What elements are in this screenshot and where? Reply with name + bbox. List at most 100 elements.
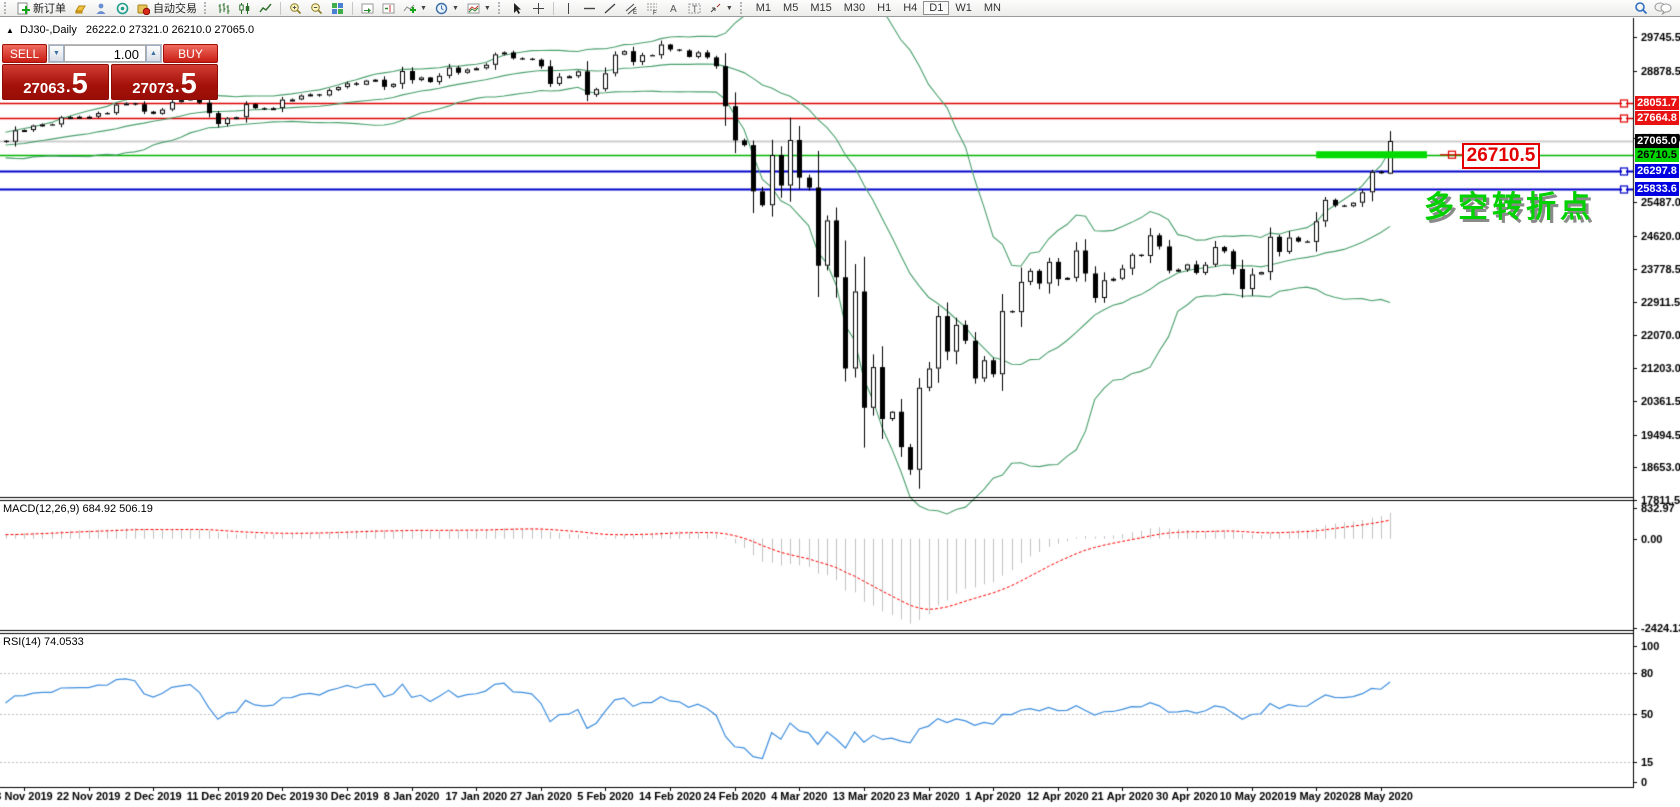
chart-canvas[interactable] — [0, 0, 1680, 807]
vline-tool-button[interactable] — [559, 1, 578, 16]
axis-price-label: 26297.8 — [1635, 164, 1679, 178]
arrows-icon — [710, 3, 721, 12]
toolbar-grip — [739, 2, 746, 14]
trendline-tool-button[interactable] — [601, 1, 620, 16]
broadcast-button[interactable] — [113, 1, 132, 16]
volume-input[interactable]: 1.00 — [64, 45, 146, 62]
dropdown-arrow-icon: ▼ — [725, 4, 733, 12]
macd-label: MACD(12,26,9) 684.92 506.19 — [3, 503, 153, 515]
templates-button[interactable]: ▼ — [464, 1, 494, 16]
axis-price-label: 27664.8 — [1635, 111, 1679, 125]
toolbar-grip — [204, 2, 210, 14]
clock-icon — [435, 2, 448, 14]
text-icon: A — [670, 4, 677, 15]
axis-price-label: 27065.0 — [1635, 134, 1679, 148]
tile-windows-button[interactable] — [328, 1, 347, 16]
main-toolbar: 新订单 自动交易 ▼ ▼ ▼ E F A T ▼ M1 M5 M15 M30 H… — [0, 0, 1680, 17]
rsi-label: RSI(14) 74.0533 — [3, 636, 84, 648]
price-tag-box: 26710.5 — [1462, 143, 1540, 169]
zoom-in-icon — [290, 2, 302, 14]
trendline-icon — [604, 2, 616, 14]
line-chart-mode-button[interactable] — [256, 1, 275, 16]
toolbar-separator — [552, 1, 554, 15]
template-icon — [467, 3, 480, 13]
zoom-out-icon — [311, 2, 323, 14]
volume-spinner: ▼ 1.00 ▲ — [48, 44, 162, 63]
collapse-triangle-icon: ▲ — [6, 26, 14, 35]
horizontal-line-icon — [583, 7, 595, 9]
mt4-window: 新订单 自动交易 ▼ ▼ ▼ E F A T ▼ M1 M5 M15 M30 H… — [0, 0, 1680, 807]
gold-button[interactable] — [71, 1, 90, 16]
new-order-icon — [17, 2, 30, 14]
timeframe-button-M5[interactable]: M5 — [777, 1, 804, 15]
cursor-icon — [513, 2, 521, 14]
chat-icon[interactable] — [1654, 1, 1672, 15]
text-label-icon: T — [688, 3, 701, 14]
line-chart-icon — [259, 3, 272, 12]
search-icon[interactable] — [1634, 1, 1648, 15]
periods-button[interactable]: ▼ — [432, 1, 462, 16]
chart-title: ▲ DJ30-,Daily 26222.0 27321.0 26210.0 27… — [6, 24, 254, 36]
text-tool-button[interactable]: A — [664, 1, 683, 16]
timeframe-button-W1[interactable]: W1 — [949, 1, 978, 15]
ohlc-bars-icon — [218, 2, 230, 14]
autoscroll-button[interactable] — [358, 1, 377, 16]
timeframe-button-D1[interactable]: D1 — [923, 1, 950, 15]
candlestick-icon — [239, 2, 250, 14]
volume-increase-button[interactable]: ▲ — [146, 45, 161, 62]
timeframe-button-M1[interactable]: M1 — [750, 1, 777, 15]
vertical-line-icon — [567, 2, 569, 14]
sell-price-button[interactable]: 27063. 5 — [2, 64, 109, 100]
autoscroll-icon — [361, 3, 374, 13]
label-tool-button[interactable]: T — [685, 1, 704, 16]
add-indicator-button[interactable]: ▼ — [400, 1, 430, 16]
svg-text:T: T — [692, 4, 698, 14]
one-click-trading-panel: SELL ▼ 1.00 ▲ BUY 27063. 5 27073. 5 — [2, 44, 218, 100]
candle-chart-mode-button[interactable] — [235, 1, 254, 16]
channel-tool-button[interactable]: E — [622, 1, 641, 16]
crosshair-tool-button[interactable] — [529, 1, 548, 16]
autotrade-button[interactable]: 自动交易 — [134, 1, 200, 16]
dropdown-arrow-icon: ▼ — [483, 4, 491, 12]
svg-text:A: A — [670, 4, 677, 15]
svg-text:E: E — [633, 10, 637, 15]
gold-ingot-icon — [75, 5, 86, 13]
symbol-period-label: DJ30-,Daily — [19, 24, 77, 36]
buy-price-button[interactable]: 27073. 5 — [111, 64, 218, 100]
bar-chart-mode-button[interactable] — [214, 1, 233, 16]
buy-button[interactable]: BUY — [163, 44, 218, 63]
dropdown-arrow-icon: ▼ — [420, 4, 427, 12]
timeframe-button-H4[interactable]: H4 — [897, 1, 923, 15]
autotrade-label: 自动交易 — [153, 3, 197, 15]
cursor-tool-button[interactable] — [508, 1, 527, 16]
svg-text:F: F — [653, 10, 657, 15]
broadcast-icon — [116, 2, 129, 14]
new-order-button[interactable]: 新订单 — [14, 1, 69, 16]
chart-shift-button[interactable] — [379, 1, 398, 16]
zoom-out-button[interactable] — [307, 1, 326, 16]
timeframe-button-MN[interactable]: MN — [978, 1, 1007, 15]
toolbar-separator — [352, 1, 353, 15]
timeframe-button-M15[interactable]: M15 — [804, 1, 837, 15]
axis-price-label: 25833.6 — [1635, 182, 1679, 196]
timeframe-button-H1[interactable]: H1 — [871, 1, 897, 15]
toolbar-separator — [280, 1, 281, 15]
arrows-tool-button[interactable]: ▼ — [706, 1, 736, 16]
zoom-in-button[interactable] — [286, 1, 305, 16]
add-indicator-icon — [403, 4, 416, 13]
crosshair-icon — [532, 2, 544, 14]
timeframe-toolbar: M1 M5 M15 M30 H1 H4 D1 W1 MN — [750, 1, 1007, 15]
toolbar-grip — [4, 2, 10, 14]
timeframe-button-M30[interactable]: M30 — [838, 1, 871, 15]
dropdown-arrow-icon: ▼ — [451, 4, 459, 12]
sell-button[interactable]: SELL — [2, 44, 47, 63]
axis-price-label: 28051.7 — [1635, 96, 1679, 110]
volume-decrease-button[interactable]: ▼ — [49, 45, 64, 62]
new-order-label: 新订单 — [33, 3, 66, 15]
fibonacci-tool-button[interactable]: F — [643, 1, 662, 16]
axis-price-label: 26710.5 — [1635, 148, 1679, 162]
hline-tool-button[interactable] — [580, 1, 599, 16]
community-button[interactable] — [92, 1, 111, 16]
person-icon — [96, 3, 106, 14]
chart-shift-icon — [382, 3, 395, 13]
